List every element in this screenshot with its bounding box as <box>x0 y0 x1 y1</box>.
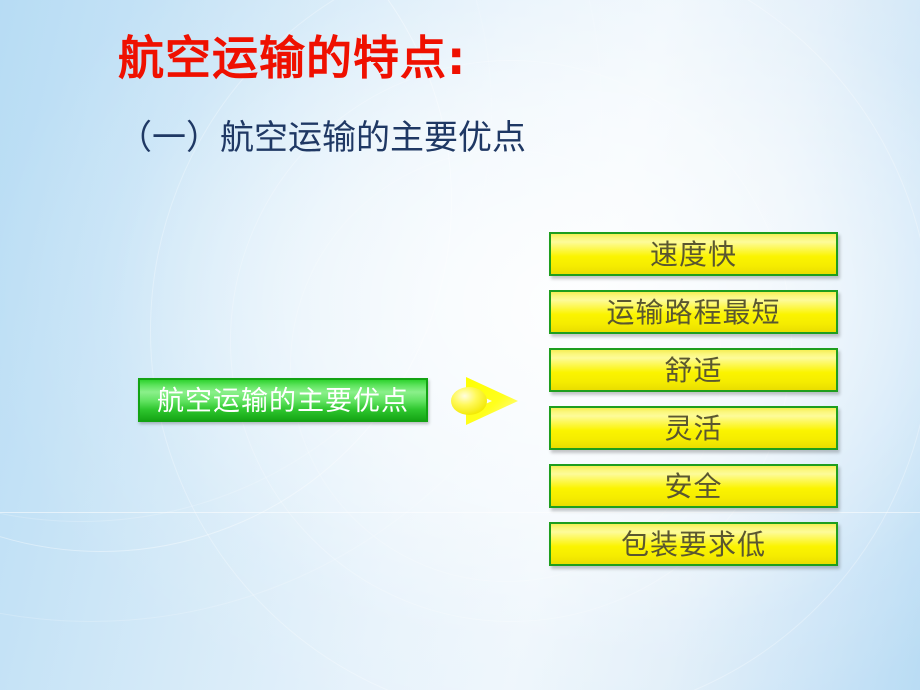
presentation-slide: 航空运输的特点: （一）航空运输的主要优点 航空运输的主要优点 速度快 运输路程… <box>0 0 920 690</box>
diagram-item[interactable]: 安全 <box>549 464 838 508</box>
diagram-item[interactable]: 舒适 <box>549 348 838 392</box>
diagram-item-label: 包装要求低 <box>620 528 766 561</box>
diagram-source-label: 航空运输的主要优点 <box>157 385 409 417</box>
slide-subtitle: （一）航空运输的主要优点 <box>118 118 526 158</box>
diagram-item[interactable]: 包装要求低 <box>549 522 838 566</box>
diagram-item-label: 运输路程最短 <box>606 296 781 329</box>
background-arc <box>0 0 602 622</box>
diagram-item-label: 灵活 <box>664 412 723 445</box>
slide-title: 航空运输的特点: <box>118 31 467 85</box>
diagram-item-label: 速度快 <box>649 238 737 271</box>
right-chevron-arrow-icon <box>448 373 530 429</box>
diagram-item-label: 舒适 <box>664 354 723 387</box>
diagram-item[interactable]: 运输路程最短 <box>549 290 838 334</box>
diagram-items-list: 速度快 运输路程最短 舒适 灵活 安全 包装要求低 <box>549 232 838 566</box>
diagram-item[interactable]: 灵活 <box>549 406 838 450</box>
diagram-source-box[interactable]: 航空运输的主要优点 <box>138 378 428 422</box>
diagram-item[interactable]: 速度快 <box>549 232 838 276</box>
diagram-item-label: 安全 <box>664 470 723 503</box>
